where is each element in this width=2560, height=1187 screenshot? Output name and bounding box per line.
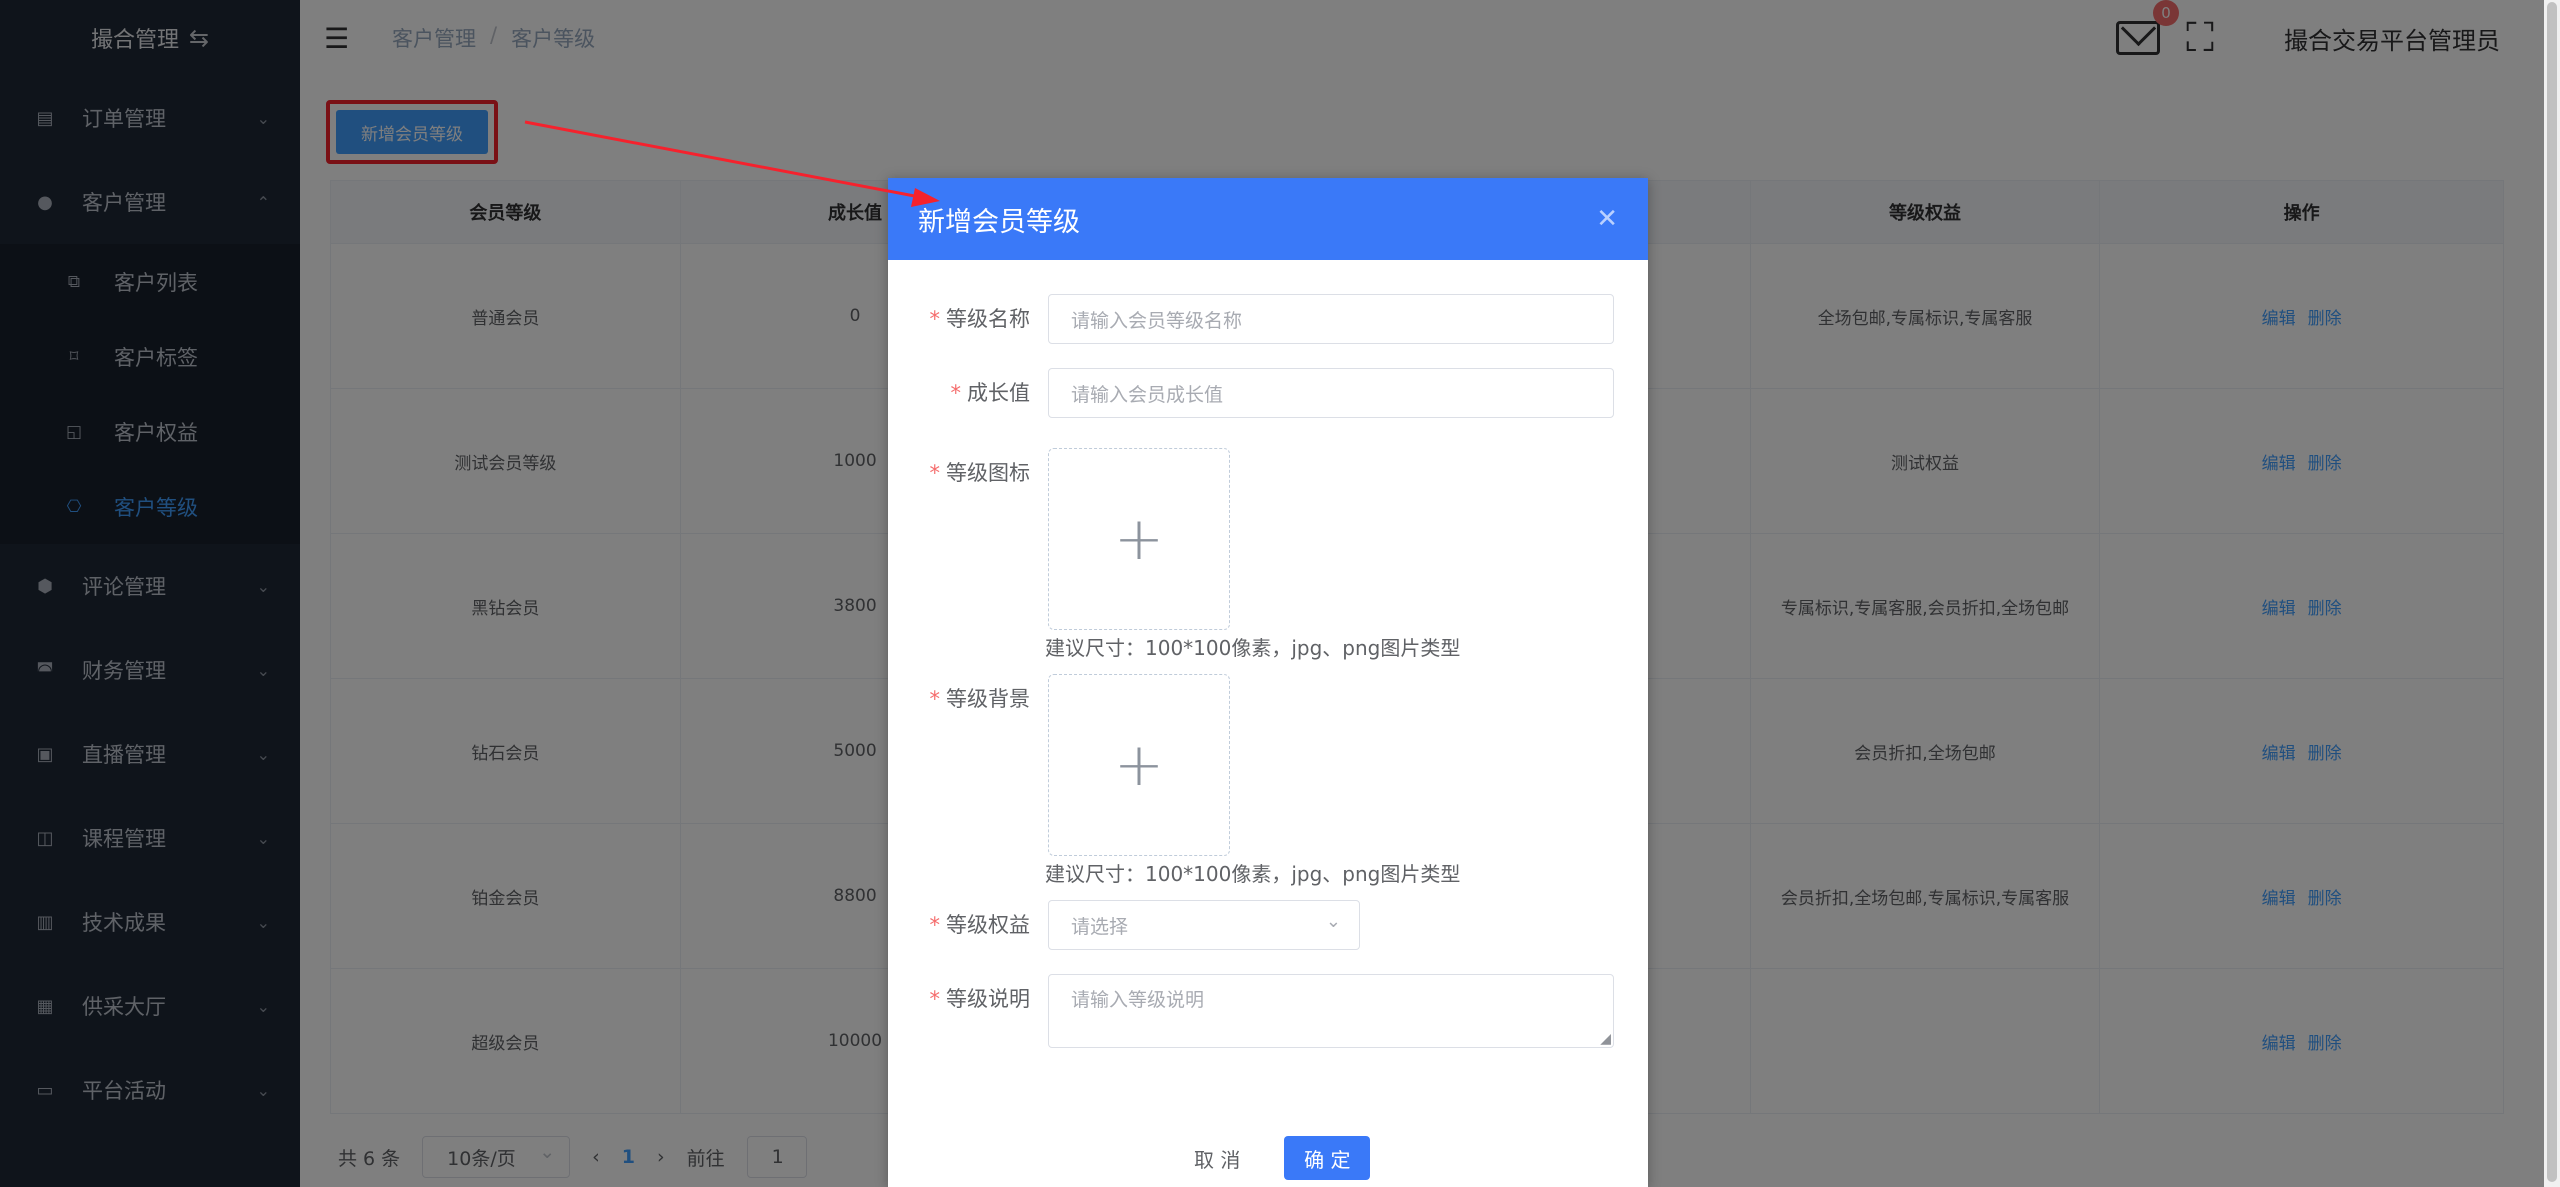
growth-value-input[interactable]: 请输入会员成长值 <box>1048 368 1614 418</box>
close-icon[interactable]: ✕ <box>1596 204 1618 234</box>
form-row-background: * 等级背景 + <box>888 674 1230 856</box>
dialog-title: 新增会员等级 <box>918 206 1080 238</box>
resize-handle-icon[interactable]: ◢ <box>1600 1031 1611 1047</box>
add-level-dialog: 新增会员等级 ✕ * 等级名称 请输入会员等级名称 * 成长值 请输入会员成长值 *… <box>888 178 1648 1187</box>
field-label: * 等级名称 <box>929 307 1031 331</box>
dialog-header: 新增会员等级 ✕ <box>888 178 1648 260</box>
level-name-input[interactable]: 请输入会员等级名称 <box>1048 294 1614 344</box>
rights-select[interactable]: 请选择 ⌄ <box>1048 900 1360 950</box>
scrollbar-thumb[interactable] <box>2547 2 2557 1182</box>
plus-icon: + <box>1113 504 1165 574</box>
dialog-footer: 取 消 确 定 <box>1184 1136 1371 1180</box>
field-label: * 等级权益 <box>929 913 1031 937</box>
form-row-icon: * 等级图标 + <box>888 448 1230 630</box>
chevron-down-icon: ⌄ <box>1325 911 1341 932</box>
upload-hint: 建议尺寸：100*100像素，jpg、png图片类型 <box>1045 862 1461 886</box>
select-placeholder: 请选择 <box>1071 915 1129 938</box>
background-uploader[interactable]: + <box>1048 674 1230 856</box>
form-row-rights: * 等级权益 请选择 ⌄ <box>888 900 1360 950</box>
scrollbar[interactable] <box>2544 0 2560 1187</box>
form-row-desc: * 等级说明 请输入等级说明 ◢ <box>888 974 1614 1048</box>
textarea-placeholder: 请输入等级说明 <box>1071 989 1205 1011</box>
level-desc-textarea[interactable]: 请输入等级说明 ◢ <box>1048 974 1614 1048</box>
form-row-name: * 等级名称 请输入会员等级名称 <box>888 294 1614 344</box>
plus-icon: + <box>1113 730 1165 800</box>
cancel-button[interactable]: 取 消 <box>1184 1136 1250 1180</box>
field-label: * 等级说明 <box>929 987 1031 1011</box>
field-label: * 等级图标 <box>929 461 1031 485</box>
confirm-button[interactable]: 确 定 <box>1284 1136 1371 1180</box>
field-label: * 等级背景 <box>929 687 1031 711</box>
field-label: * 成长值 <box>950 381 1031 405</box>
upload-hint: 建议尺寸：100*100像素，jpg、png图片类型 <box>1045 636 1461 660</box>
icon-uploader[interactable]: + <box>1048 448 1230 630</box>
form-row-growth: * 成长值 请输入会员成长值 <box>888 368 1614 418</box>
